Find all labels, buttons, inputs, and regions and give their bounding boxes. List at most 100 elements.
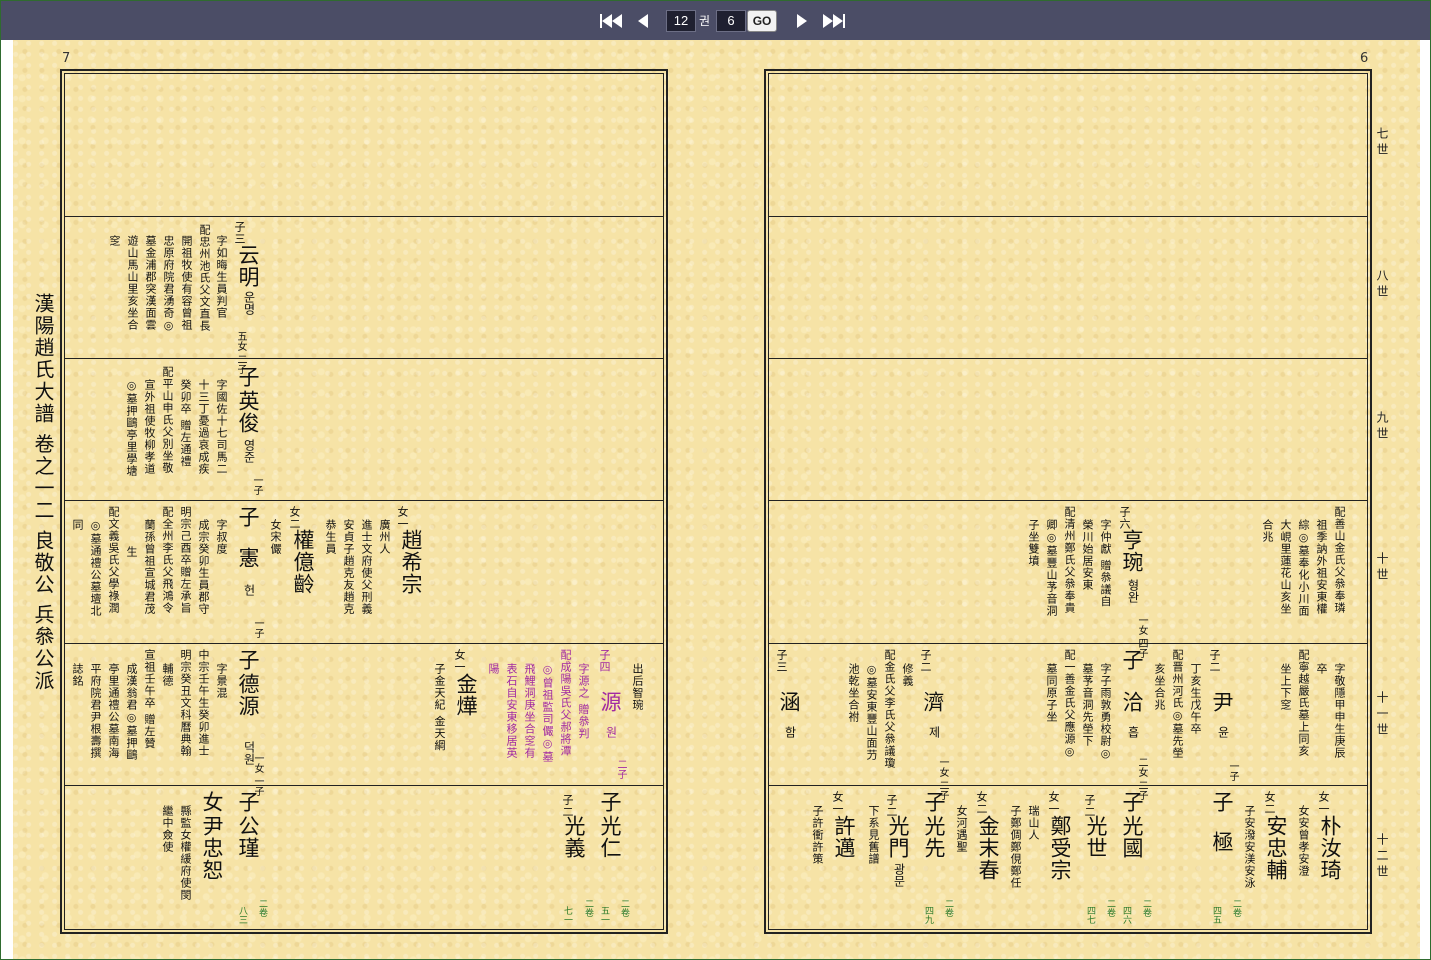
viewer-window: 권 GO 7 6 漢陽趙氏大譜 卷之一二 良敬公 兵叅公派 七世 八世 九世 十… — [0, 0, 1431, 960]
generation-label: 十二世 — [1375, 833, 1389, 881]
entry-name[interactable]: 趙希宗 — [399, 529, 423, 595]
entry-info-line: ◎墓押鷗亭里學塘 — [125, 379, 138, 477]
entry-name[interactable]: 朴汝琦 — [1318, 815, 1342, 881]
entry-name[interactable]: 光先 — [922, 815, 946, 859]
page-reference[interactable]: 七一 — [562, 906, 572, 924]
toolbar-controls: 권 GO — [598, 6, 847, 35]
entry-name[interactable]: 光世 — [1084, 815, 1108, 859]
entry-name[interactable]: 源 — [598, 691, 622, 713]
entry-name[interactable]: 亨琬 — [1120, 529, 1144, 573]
entry-info-line: 宣祖壬午卒 贈左贊 — [143, 649, 156, 750]
entry-name[interactable]: 光國 — [1120, 815, 1144, 859]
entry-name[interactable]: 尹忠恕 — [200, 815, 224, 881]
entry-info-line: 榮川始居安東 — [1081, 519, 1094, 591]
entry-name[interactable]: 濟 — [921, 691, 945, 713]
entry-label: 子 — [236, 649, 260, 671]
entry-name[interactable]: 安忠輔 — [1264, 815, 1288, 881]
next-page-button[interactable] — [787, 8, 817, 34]
left-arrow-icon — [638, 13, 648, 28]
entry-name[interactable]: 德源 — [236, 673, 260, 717]
volume-reference[interactable]: 二卷 — [1231, 899, 1241, 917]
entry-label: 子 — [922, 791, 946, 813]
entry-name[interactable]: 憲 — [236, 547, 260, 569]
page-reference[interactable]: 四九 — [923, 906, 933, 924]
entry-label: 女二 — [288, 506, 301, 530]
entry-name[interactable]: 光義 — [562, 815, 586, 859]
volume-reference[interactable]: 二卷 — [1141, 899, 1151, 917]
page-reference[interactable]: 八三 — [237, 906, 247, 924]
page-input[interactable] — [716, 9, 747, 32]
entry-info-line: 字景混 — [215, 663, 228, 699]
hangul-reading: 광문 — [892, 863, 906, 887]
entry-label: 女一 — [453, 649, 466, 673]
left-page-grid — [60, 69, 668, 934]
entry-info-line: 誌銘 — [71, 663, 84, 687]
entry-name[interactable]: 鄭受宗 — [1048, 815, 1072, 881]
first-page-button[interactable] — [598, 8, 628, 34]
entry-label: 子二 — [1208, 649, 1221, 673]
entry-info-line: 子安潑安渼安泳 — [1243, 805, 1256, 889]
entry-name[interactable]: 公瑾 — [236, 815, 260, 859]
entry-info-line: 成宗癸卯生員郡守 — [197, 519, 210, 615]
entry-info-line: 縣監女權緩府使閔 — [179, 805, 192, 901]
entry-label: 女一 — [831, 791, 844, 815]
entry-info-line: 字如晦生員判官 — [215, 235, 228, 319]
entry-label: 子 — [236, 506, 260, 528]
entry-label: 子 — [598, 791, 622, 813]
entry-info-line: 坐上下窆 — [1279, 663, 1292, 711]
page-reference[interactable]: 五一 — [599, 906, 609, 924]
entry-info-line: 子鄭倜鄭俔鄭任 — [1009, 805, 1022, 889]
entry-name[interactable]: 極 — [1210, 831, 1234, 853]
entry-info-line: 中宗壬午生癸卯進士 — [197, 649, 210, 757]
entry-info-line: 子坐雙墳 — [1027, 519, 1040, 567]
page-reference[interactable]: 四五 — [1211, 906, 1221, 924]
generation-label: 九世 — [1375, 411, 1389, 443]
entry-info-line: 繼中僉使 — [161, 805, 174, 853]
entry-name[interactable]: 金末春 — [976, 815, 1000, 881]
entry-info-line: 安貞子趙克友趙克 — [342, 519, 355, 615]
volume-reference[interactable]: 二卷 — [1105, 899, 1115, 917]
volume-reference[interactable]: 二卷 — [257, 899, 267, 917]
page-reference[interactable]: 四六 — [1121, 906, 1131, 924]
volume-reference[interactable]: 二卷 — [583, 899, 593, 917]
entry-name[interactable]: 云明 — [236, 244, 260, 288]
entry-name[interactable]: 洽 — [1120, 691, 1144, 713]
go-button[interactable]: GO — [747, 9, 778, 32]
hangul-reading: 형완 — [1126, 579, 1140, 603]
entry-info-line: 卿◎墓豐山芧音洞 — [1045, 519, 1058, 617]
entry-info-line: 同 — [71, 519, 84, 531]
volume-reference[interactable]: 二卷 — [619, 899, 629, 917]
last-page-button[interactable] — [817, 8, 847, 34]
entry-info-line: 子金天紀 金天綱 — [433, 663, 446, 752]
entry-label: 女一 — [1317, 791, 1330, 815]
entry-label: 子 — [1120, 649, 1144, 671]
entry-name[interactable]: 光仁 — [598, 815, 622, 859]
entry-label: 子四 — [598, 649, 611, 673]
entry-label: 子六 — [1118, 506, 1131, 530]
entry-info-line: 陽 — [487, 663, 500, 675]
entry-info-line: 生 — [125, 546, 138, 558]
entry-info-line: 祖季訥外祖安東權 — [1315, 519, 1328, 615]
right-page-grid — [764, 69, 1372, 934]
entry-name[interactable]: 光門 — [886, 815, 910, 859]
entry-info-line: 墓芧音洞先塋下 — [1081, 663, 1094, 747]
entry-name[interactable]: 權億齡 — [291, 529, 315, 595]
entry-name[interactable]: 許邁 — [832, 815, 856, 859]
entry-name[interactable]: 尹 — [1210, 691, 1234, 713]
entry-info-line: 卒 — [1315, 663, 1328, 675]
volume-input[interactable] — [666, 9, 696, 32]
entry-name[interactable]: 金燁 — [454, 673, 478, 717]
entry-info-line: 亭里通禮公墓南海 — [107, 663, 120, 759]
double-left-arrow-icon — [600, 13, 622, 28]
entry-name[interactable]: 英俊 — [236, 390, 260, 434]
entry-label: 女 — [200, 791, 224, 813]
entry-name[interactable]: 涵 — [777, 691, 801, 713]
children-count: 一女 一子 — [252, 753, 263, 797]
prev-page-button[interactable] — [628, 8, 658, 34]
page-reference[interactable]: 四七 — [1085, 906, 1095, 924]
generation-label: 十世 — [1375, 552, 1389, 584]
entry-info-line: 忠原府院君湧奇◎ — [162, 235, 175, 333]
entry-info-line: ◎墓安東豐山面芀 — [865, 663, 878, 761]
volume-reference[interactable]: 二卷 — [943, 899, 953, 917]
entry-info-line: 蘭孫曾祖宣城君茂 — [143, 519, 156, 615]
